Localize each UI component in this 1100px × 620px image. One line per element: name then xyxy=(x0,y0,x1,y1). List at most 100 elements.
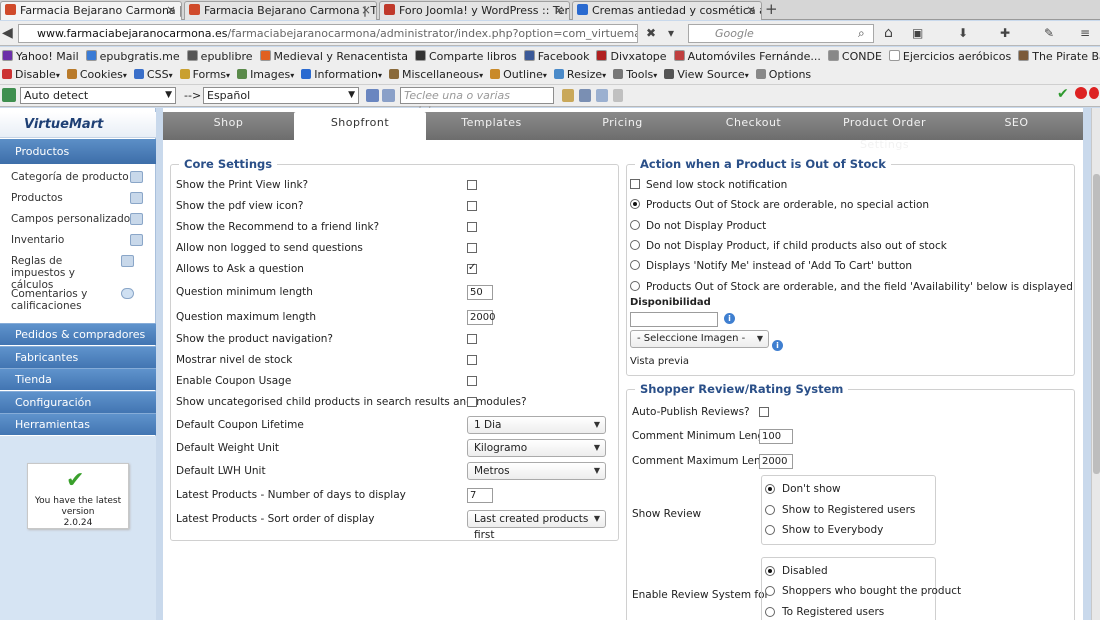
review-radio[interactable] xyxy=(765,505,775,515)
out-of-stock-radio[interactable] xyxy=(630,281,640,291)
translate-input[interactable]: Teclee una o varias palabras xyxy=(400,87,554,117)
review-radio[interactable] xyxy=(765,525,775,535)
url-bar[interactable]: www.farmaciabejaranocarmona.es/farmaciab… xyxy=(18,24,638,43)
bookmark-item[interactable]: epublibre xyxy=(186,47,253,66)
comment-max-length-input[interactable]: 2000 xyxy=(759,454,793,469)
core-setting-checkbox[interactable] xyxy=(467,397,477,407)
new-tab-icon[interactable]: + xyxy=(765,2,778,17)
tab-templates[interactable]: Templates xyxy=(426,112,557,140)
stop-icon[interactable]: ✖ xyxy=(646,25,656,41)
sidebar-item-productos[interactable]: Productos xyxy=(11,192,151,204)
auto-publish-checkbox[interactable] xyxy=(759,407,769,417)
error-icon[interactable] xyxy=(1075,87,1087,99)
menu-icon[interactable]: ≡ xyxy=(1080,25,1090,41)
browser-tab-2[interactable]: Farmacia Bejarano Carmona | Tu salu...× xyxy=(184,1,377,20)
tab-shop[interactable]: Shop xyxy=(163,112,294,140)
devtool-menu-item[interactable]: Forms▾ xyxy=(179,66,230,84)
back-icon[interactable]: ◀ xyxy=(2,25,13,41)
info-icon[interactable]: i xyxy=(772,340,783,351)
bookmark-item[interactable]: epubgratis.me xyxy=(85,47,180,66)
devtool-menu-item[interactable]: Miscellaneous▾ xyxy=(388,66,483,84)
info-icon[interactable]: i xyxy=(724,313,735,324)
tab-pricing[interactable]: Pricing xyxy=(557,112,688,140)
tab-product-order-settings[interactable]: Product Order Settings xyxy=(819,112,950,151)
swap-icon[interactable] xyxy=(366,89,379,102)
sidebar-item-campos[interactable]: Campos personalizados xyxy=(11,213,151,225)
bookmark-item[interactable]: Facebook xyxy=(523,47,589,66)
scrollbar-thumb[interactable] xyxy=(1093,174,1100,474)
tab-shopfront[interactable]: Shopfront xyxy=(294,112,426,140)
bookmark-item[interactable]: Divxatope xyxy=(596,47,667,66)
tools-icon[interactable]: ✎ xyxy=(1044,25,1054,41)
comment-min-length-input[interactable]: 100 xyxy=(759,429,793,444)
core-setting-checkbox[interactable] xyxy=(467,201,477,211)
close-icon[interactable]: × xyxy=(746,2,756,19)
dictionary-icon[interactable] xyxy=(562,89,574,102)
translate-page-icon[interactable] xyxy=(382,89,395,102)
availability-input[interactable] xyxy=(630,312,718,327)
review-radio[interactable] xyxy=(765,607,775,617)
core-setting-input[interactable]: 50 xyxy=(467,285,493,300)
tab-checkout[interactable]: Checkout xyxy=(688,112,819,140)
help-icon[interactable] xyxy=(613,89,623,102)
devtool-menu-item[interactable]: Tools▾ xyxy=(613,66,657,84)
out-of-stock-radio[interactable] xyxy=(630,199,640,209)
sidebar-item-impuestos[interactable]: Reglas de impuestos y cálculos xyxy=(11,255,119,291)
sidebar-item-inventario[interactable]: Inventario xyxy=(11,234,151,246)
core-setting-checkbox[interactable] xyxy=(467,243,477,253)
page-scrollbar[interactable] xyxy=(1091,108,1100,620)
devtool-menu-item[interactable]: Disable▾ xyxy=(2,66,60,84)
browser-tab-3[interactable]: Foro Joomla! y WordPress :: Tema: Pr...× xyxy=(379,1,570,20)
review-radio[interactable] xyxy=(765,566,775,576)
devtool-menu-item[interactable]: Outline▾ xyxy=(490,66,547,84)
core-setting-input[interactable]: 7 xyxy=(467,488,493,503)
search-input[interactable]: Google xyxy=(688,24,874,43)
close-icon[interactable]: × xyxy=(361,2,371,19)
sidebar-cat-tienda[interactable]: Tienda xyxy=(0,368,156,390)
devtool-menu-item[interactable]: Resize▾ xyxy=(553,66,606,84)
review-radio[interactable] xyxy=(765,586,775,596)
core-setting-input[interactable]: 2000 xyxy=(467,310,495,325)
target-language-select[interactable]: Español ▼ xyxy=(203,87,359,104)
core-setting-select[interactable]: Kilogramo ▼ xyxy=(467,439,606,457)
download-icon[interactable]: ⬇ xyxy=(958,25,968,41)
out-of-stock-radio[interactable] xyxy=(630,260,640,270)
settings-icon[interactable] xyxy=(596,89,608,102)
devtool-menu-item[interactable]: Cookies▾ xyxy=(66,66,127,84)
devtool-menu-item[interactable]: Information▾ xyxy=(301,66,382,84)
devtool-menu-item[interactable]: CSS▾ xyxy=(133,66,173,84)
core-setting-checkbox[interactable] xyxy=(467,334,477,344)
bookmark-item[interactable]: Yahoo! Mail xyxy=(2,47,79,66)
core-setting-checkbox[interactable] xyxy=(467,355,477,365)
core-setting-checkbox[interactable] xyxy=(467,376,477,386)
devtool-menu-item[interactable]: Options xyxy=(755,66,811,84)
bookmark-item[interactable]: The Pirate Bay xyxy=(1018,47,1100,66)
error-icon[interactable] xyxy=(1089,87,1099,99)
low-stock-notification-checkbox[interactable] xyxy=(630,179,640,189)
out-of-stock-radio[interactable] xyxy=(630,220,640,230)
home-icon[interactable]: ⌂ xyxy=(884,25,893,41)
core-setting-checkbox[interactable] xyxy=(467,180,477,190)
close-icon[interactable]: × xyxy=(166,2,176,19)
core-setting-select[interactable]: Last created products first ▼ xyxy=(467,510,606,541)
sidebar-cat-pedidos[interactable]: Pedidos & compradores xyxy=(0,323,156,345)
dropdown-icon[interactable]: ▾ xyxy=(668,25,674,41)
print-icon[interactable] xyxy=(579,89,591,102)
core-setting-checkbox[interactable] xyxy=(467,222,477,232)
bookmark-item[interactable]: CONDE xyxy=(827,47,882,66)
availability-image-select[interactable]: - Seleccione Imagen - ▼ xyxy=(630,330,769,348)
search-icon[interactable]: ⌕ xyxy=(858,25,865,41)
sidebar-section-productos[interactable]: Productos xyxy=(0,139,156,164)
addon-icon[interactable]: ▣ xyxy=(912,25,923,41)
close-icon[interactable]: × xyxy=(554,2,564,19)
sidebar-cat-herramientas[interactable]: Herramientas xyxy=(0,413,156,435)
devtool-menu-item[interactable]: Images▾ xyxy=(237,66,294,84)
sidebar-cat-fabricantes[interactable]: Fabricantes xyxy=(0,346,156,368)
sidebar-item-comentarios[interactable]: Comentarios y calificaciones xyxy=(11,288,101,312)
review-radio[interactable] xyxy=(765,484,775,494)
sidebar-item-categoria[interactable]: Categoría de producto xyxy=(11,171,151,183)
bookmark-item[interactable]: Ejercicios aeróbicos xyxy=(888,47,1011,66)
core-setting-select[interactable]: Metros ▼ xyxy=(467,462,606,480)
bookmark-item[interactable]: Automóviles Fernánde... xyxy=(673,47,821,66)
bookmark-item[interactable]: Medieval y Renacentista xyxy=(259,47,408,66)
